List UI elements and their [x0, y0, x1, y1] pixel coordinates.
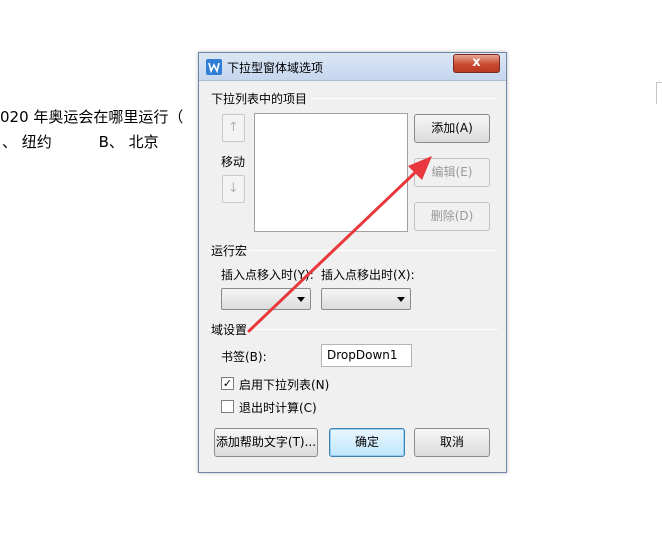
edit-item-button[interactable]: 编辑(E) [414, 158, 490, 187]
cancel-button[interactable]: 取消 [414, 428, 490, 457]
add-help-text-button[interactable]: 添加帮助文字(T)... [214, 428, 318, 457]
on-entry-macro-label: 插入点移入时(Y): [221, 268, 314, 282]
enable-dropdown-label: 启用下拉列表(N) [239, 378, 330, 392]
delete-item-button[interactable]: 删除(D) [414, 202, 490, 231]
macro-group-divider [207, 250, 498, 251]
option-a-text: 、 纽约 [2, 133, 52, 151]
close-button[interactable]: x [453, 54, 500, 73]
move-label: 移动 [221, 155, 246, 169]
dialog-title: 下拉型窗体域选项 [227, 61, 324, 75]
field-group-label: 域设置 [211, 321, 251, 338]
arrow-up-icon: ↑ [228, 120, 239, 135]
bookmark-label: 书签(B): [221, 350, 267, 364]
title-bar[interactable]: 下拉型窗体域选项 x [199, 53, 506, 81]
bookmark-input[interactable]: DropDown1 [321, 344, 412, 367]
on-exit-macro-select[interactable] [321, 288, 411, 310]
calc-on-exit-checkbox[interactable] [221, 400, 234, 413]
chevron-down-icon [397, 297, 405, 302]
dropdown-items-listbox[interactable] [254, 113, 408, 232]
option-b-text: B、 北京 [98, 133, 159, 151]
add-item-button[interactable]: 添加(A) [414, 114, 490, 143]
calc-on-exit-label: 退出时计算(C) [239, 401, 317, 415]
move-up-button[interactable]: ↑ [222, 114, 245, 142]
dropdown-form-field-options-dialog: 下拉型窗体域选项 x 下拉列表中的项目 ↑ 移动 ↓ 添加(A) 编辑(E) 删… [198, 52, 507, 473]
move-down-button[interactable]: ↓ [222, 175, 245, 203]
document-line-options: 、 纽约 B、 北京 [2, 131, 159, 152]
document-line-question: 020 年奥运会在哪里运行（ [0, 108, 184, 126]
document-margin-corner [656, 82, 662, 104]
field-group-divider [207, 329, 498, 330]
macro-group-label: 运行宏 [211, 242, 251, 259]
wps-app-icon [206, 59, 222, 75]
on-entry-macro-select[interactable] [221, 288, 311, 310]
chevron-down-icon [297, 297, 305, 302]
ok-button[interactable]: 确定 [329, 428, 405, 457]
list-group-label: 下拉列表中的项目 [211, 90, 311, 107]
enable-dropdown-checkbox[interactable]: ✓ [221, 377, 234, 390]
arrow-down-icon: ↓ [228, 181, 239, 196]
on-exit-macro-label: 插入点移出时(X): [321, 268, 415, 282]
